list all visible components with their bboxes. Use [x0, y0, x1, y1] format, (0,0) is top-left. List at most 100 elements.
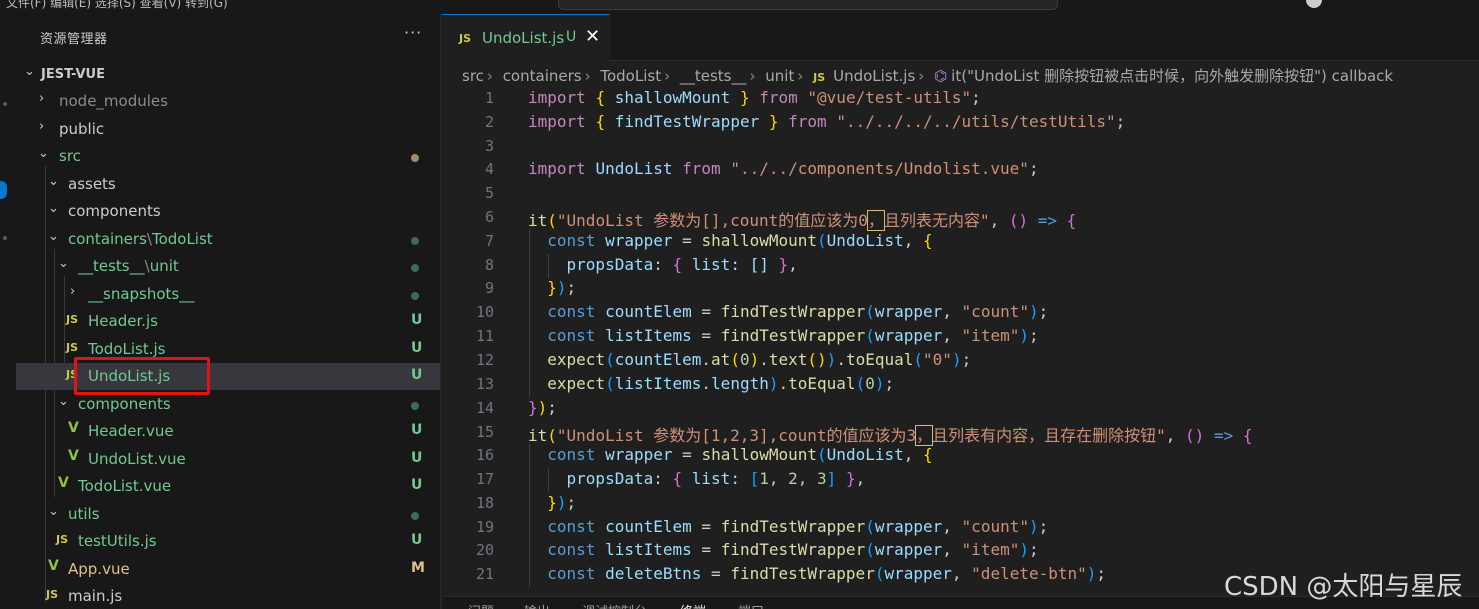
menu-bar-text[interactable]: 文件(F) 编辑(E) 选择(S) 查看(V) 转到(G) [6, 0, 228, 11]
breadcrumb: src › containers › TodoList › __tests__ › un… [462, 65, 1396, 85]
tree-folder-src[interactable]: ⌄ src [16, 143, 440, 170]
code-line: 8 propsData: { list: [] }, [442, 254, 1479, 278]
breadcrumb-item[interactable]: containers [503, 67, 582, 85]
code-text: propsData: { list: [1, 2, 3] }, [566, 469, 866, 488]
code-line: 16 const wrapper = shallowMount(UndoList… [442, 444, 1479, 468]
code-line: 9 }); [442, 277, 1479, 301]
code-text: import { shallowMount } from "@vue/test-… [528, 88, 981, 107]
chevron-down-icon: ⌄ [48, 201, 59, 216]
tree-file-header-vue[interactable]: V Header.vue U [16, 418, 440, 445]
tree-file-todolist-vue[interactable]: V TodoList.vue U [16, 473, 440, 500]
code-text: }); [528, 398, 557, 417]
breadcrumb-symbol[interactable]: it("UndoList 删除按钮被点击时候，向外触发删除按钮") callba… [951, 67, 1393, 85]
tab-debug-console[interactable]: 调试控制台 [582, 601, 647, 609]
code-line: 6 it("UndoList 参数为[],count的值应该为0，且列表无内容",… [442, 206, 1479, 231]
code-line: 5 [442, 182, 1479, 206]
chevron-right-icon: › [664, 67, 671, 85]
tree-label: TodoList.vue [78, 477, 172, 495]
code-text: expect(countElem.at(0).text()).toEqual("… [547, 350, 972, 369]
editor-area: JS UndoList.js U ✕ src › containers › Todo… [442, 14, 1479, 609]
tree-folder-public[interactable]: › public [16, 116, 440, 143]
highlight-annotation-box [74, 357, 210, 395]
code-line: 4 import UndoList from "../../components/… [442, 158, 1479, 182]
tree-folder-tests[interactable]: ⌄ __tests__\unit [16, 253, 440, 280]
chevron-right-icon: › [39, 119, 45, 134]
vue-file-icon: V [68, 420, 79, 436]
javascript-file-icon: JS [56, 533, 69, 546]
tree-folder-snapshots[interactable]: › __snapshots__ [16, 281, 440, 308]
code-text: const wrapper = shallowMount(UndoList, { [547, 231, 933, 250]
tree-file-main-js[interactable]: JS main.js [16, 583, 440, 609]
code-text: const deleteBtns = findTestWrapper(wrapp… [547, 564, 1107, 583]
tree-folder-containers[interactable]: ⌄ containers\TodoList [16, 226, 440, 253]
status-dot [411, 292, 419, 300]
status-dot [411, 264, 419, 272]
tab-ports[interactable]: 端口 [738, 601, 764, 609]
code-text: const countElem = findTestWrapper(wrappe… [547, 302, 1049, 321]
source-control-badge[interactable] [0, 181, 7, 199]
account-icon[interactable] [1306, 0, 1322, 8]
tab-git-status: U [566, 29, 577, 45]
tree-folder-assets[interactable]: ⌄ assets [16, 171, 440, 198]
breadcrumb-item[interactable]: __tests__ [680, 67, 747, 85]
tab-bar: JS UndoList.js U ✕ [442, 14, 1479, 62]
line-number: 4 [484, 160, 494, 178]
breadcrumb-item[interactable]: TodoList [600, 67, 661, 85]
tab-undolist-js[interactable]: JS UndoList.js U ✕ [442, 14, 610, 62]
code-text: const listItems = findTestWrapper(wrappe… [547, 540, 1039, 559]
close-icon[interactable]: ✕ [585, 26, 600, 47]
explorer-title: 资源管理器 [40, 32, 108, 47]
code-text: it("UndoList 参数为[],count的值应该为0，且列表无内容", … [528, 210, 1077, 231]
chevron-down-icon: ⌄ [48, 504, 59, 519]
tree-label: TodoList.js [88, 340, 166, 358]
status-dot [411, 402, 419, 410]
vue-file-icon: V [48, 558, 59, 574]
line-number: 9 [484, 279, 494, 297]
tree-file-testutils-js[interactable]: JS testUtils.js U [16, 528, 440, 555]
menu-bar: 文件(F) 编辑(E) 选择(S) 查看(V) 转到(G) [0, 0, 1479, 14]
activity-icon[interactable] [3, 236, 7, 240]
tree-folder-components[interactable]: ⌄ components [16, 198, 440, 225]
command-center[interactable] [558, 0, 1058, 10]
breadcrumb-item[interactable]: unit [765, 67, 794, 85]
tree-label-part: TodoList [151, 230, 213, 248]
root-folder-label: JEST-VUE [41, 67, 105, 82]
tree-folder-node-modules[interactable]: › node_modules [16, 88, 440, 115]
code-text: }); [547, 278, 577, 297]
tree-folder-utils[interactable]: ⌄ utils [16, 501, 440, 528]
tree-label: assets [68, 175, 116, 193]
line-number: 2 [484, 113, 494, 131]
more-actions-icon[interactable]: ··· [404, 23, 422, 42]
line-number: 11 [475, 327, 494, 345]
chevron-down-icon: ⌄ [58, 394, 69, 409]
git-status: M [411, 560, 425, 576]
line-number: 12 [475, 351, 494, 369]
tab-terminal[interactable]: 终端 [680, 601, 706, 609]
tree-file-header-js[interactable]: JS Header.js U [16, 308, 440, 335]
tree-label: node_modules [59, 92, 168, 110]
line-number: 18 [475, 494, 494, 512]
chevron-down-icon: ⌄ [38, 146, 49, 161]
tree-root[interactable]: ⌄ JEST-VUE [16, 61, 440, 88]
watermark-text: CSDN @太阳与星辰 [1224, 572, 1463, 602]
tree-label: main.js [68, 587, 123, 605]
code-line: 14}); [442, 397, 1479, 421]
tree-label: utils [68, 505, 100, 523]
git-status: U [411, 367, 423, 383]
breadcrumb-file[interactable]: UndoList.js [833, 67, 915, 85]
code-line: 1 import { shallowMount } from "@vue/test… [442, 87, 1479, 111]
tab-label: UndoList.js [482, 29, 565, 47]
line-number: 17 [475, 470, 494, 488]
activity-icon[interactable] [3, 102, 7, 106]
tree-file-undolist-vue[interactable]: V UndoList.vue U [16, 446, 440, 473]
activity-bar [0, 14, 16, 609]
tree-file-app-vue[interactable]: V App.vue M [16, 556, 440, 583]
breadcrumb-item[interactable]: src [462, 67, 484, 85]
tab-output[interactable]: 输出 [524, 601, 550, 609]
git-status: U [411, 312, 423, 328]
line-number: 21 [475, 565, 494, 583]
tree-folder-components-2[interactable]: ⌄ components [16, 391, 440, 418]
tab-problems[interactable]: 问题 [468, 601, 494, 609]
tree-label: Header.js [88, 312, 158, 330]
chevron-down-icon: ⌄ [58, 256, 69, 271]
